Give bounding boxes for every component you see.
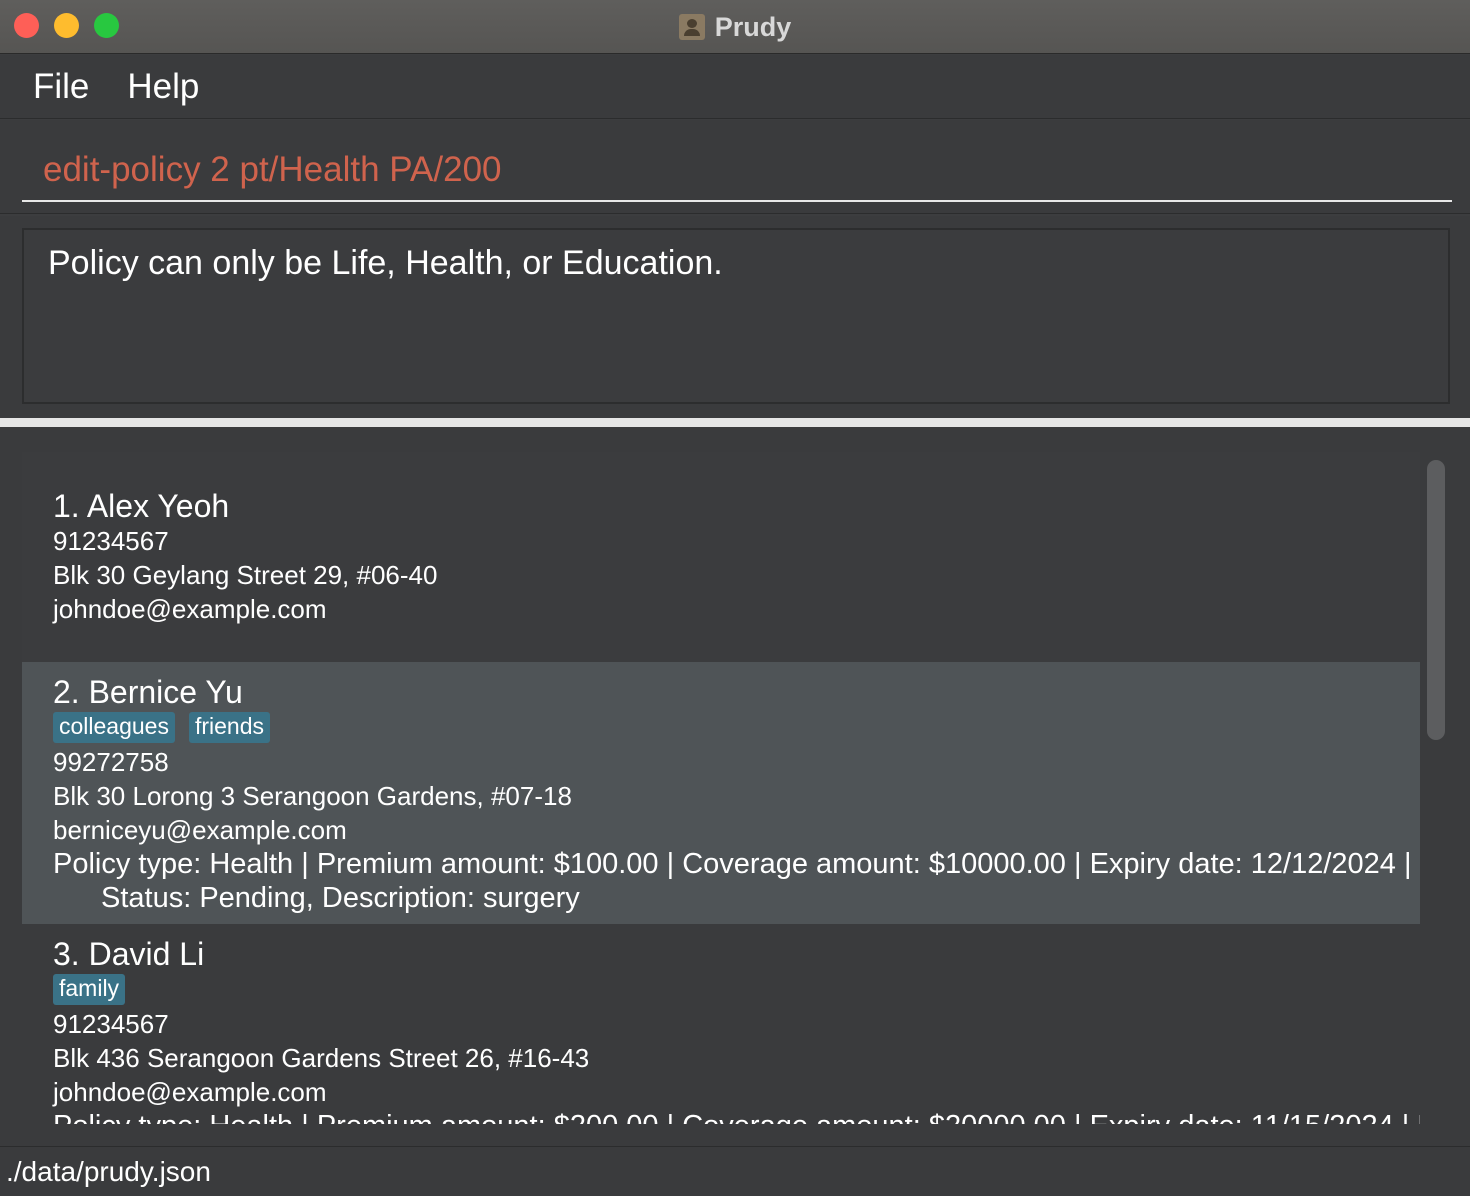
client-email: johndoe@example.com xyxy=(53,1077,327,1107)
result-message-box[interactable]: Policy can only be Life, Health, or Educ… xyxy=(22,228,1450,404)
list-scrollbar[interactable] xyxy=(1427,460,1445,740)
tag-list: family xyxy=(53,974,1420,1005)
tag-list: colleagues friends xyxy=(53,712,1420,743)
client-policy: Policy type: Health | Premium amount: $2… xyxy=(53,1109,1420,1124)
data-file-path: ./data/prudy.json xyxy=(6,1155,211,1187)
client-email: johndoe@example.com xyxy=(53,594,327,624)
client-claim: Status: Pending, Description: surgery xyxy=(101,882,580,914)
command-input[interactable] xyxy=(22,140,1452,202)
title-bar: Prudy xyxy=(0,0,1470,54)
menu-file[interactable]: File xyxy=(33,67,89,107)
panel-divider[interactable] xyxy=(0,416,1470,430)
contact-book-icon xyxy=(678,14,705,40)
tag-badge: family xyxy=(53,974,126,1005)
client-card[interactable]: 3. David Li family 91234567 Blk 436 Sera… xyxy=(22,924,1420,1124)
client-list[interactable]: 1. Alex Yeoh 91234567 Blk 30 Geylang Str… xyxy=(22,452,1420,1124)
client-name: 3. David Li xyxy=(53,936,205,972)
client-phone: 99272758 xyxy=(53,747,169,777)
result-display: Policy can only be Life, Health, or Educ… xyxy=(0,216,1470,416)
result-message: Policy can only be Life, Health, or Educ… xyxy=(48,244,723,282)
client-name: 2. Bernice Yu xyxy=(53,674,243,710)
command-box xyxy=(0,120,1470,214)
window-title: Prudy xyxy=(714,11,792,42)
menu-help[interactable]: Help xyxy=(127,67,199,107)
client-address: Blk 436 Serangoon Gardens Street 26, #16… xyxy=(53,1043,590,1073)
client-address: Blk 30 Lorong 3 Serangoon Gardens, #07-1… xyxy=(53,781,572,811)
client-policy: Policy type: Health | Premium amount: $1… xyxy=(53,848,1420,880)
client-card-selected[interactable]: 2. Bernice Yu colleagues friends 9927275… xyxy=(22,662,1420,924)
client-address: Blk 30 Geylang Street 29, #06-40 xyxy=(53,560,438,590)
menu-bar: File Help xyxy=(0,55,1470,119)
client-phone: 91234567 xyxy=(53,1009,169,1039)
client-phone: 91234567 xyxy=(53,526,169,556)
client-name: 1. Alex Yeoh xyxy=(53,488,230,524)
client-card[interactable]: 1. Alex Yeoh 91234567 Blk 30 Geylang Str… xyxy=(22,452,1420,662)
tag-badge: colleagues xyxy=(53,712,175,743)
status-bar: ./data/prudy.json xyxy=(0,1146,1470,1196)
client-list-panel: 1. Alex Yeoh 91234567 Blk 30 Geylang Str… xyxy=(0,430,1470,1146)
client-email: berniceyu@example.com xyxy=(53,815,347,845)
tag-badge: friends xyxy=(188,712,271,743)
app-window: Prudy File Help Policy can only be Life,… xyxy=(0,0,1470,1196)
